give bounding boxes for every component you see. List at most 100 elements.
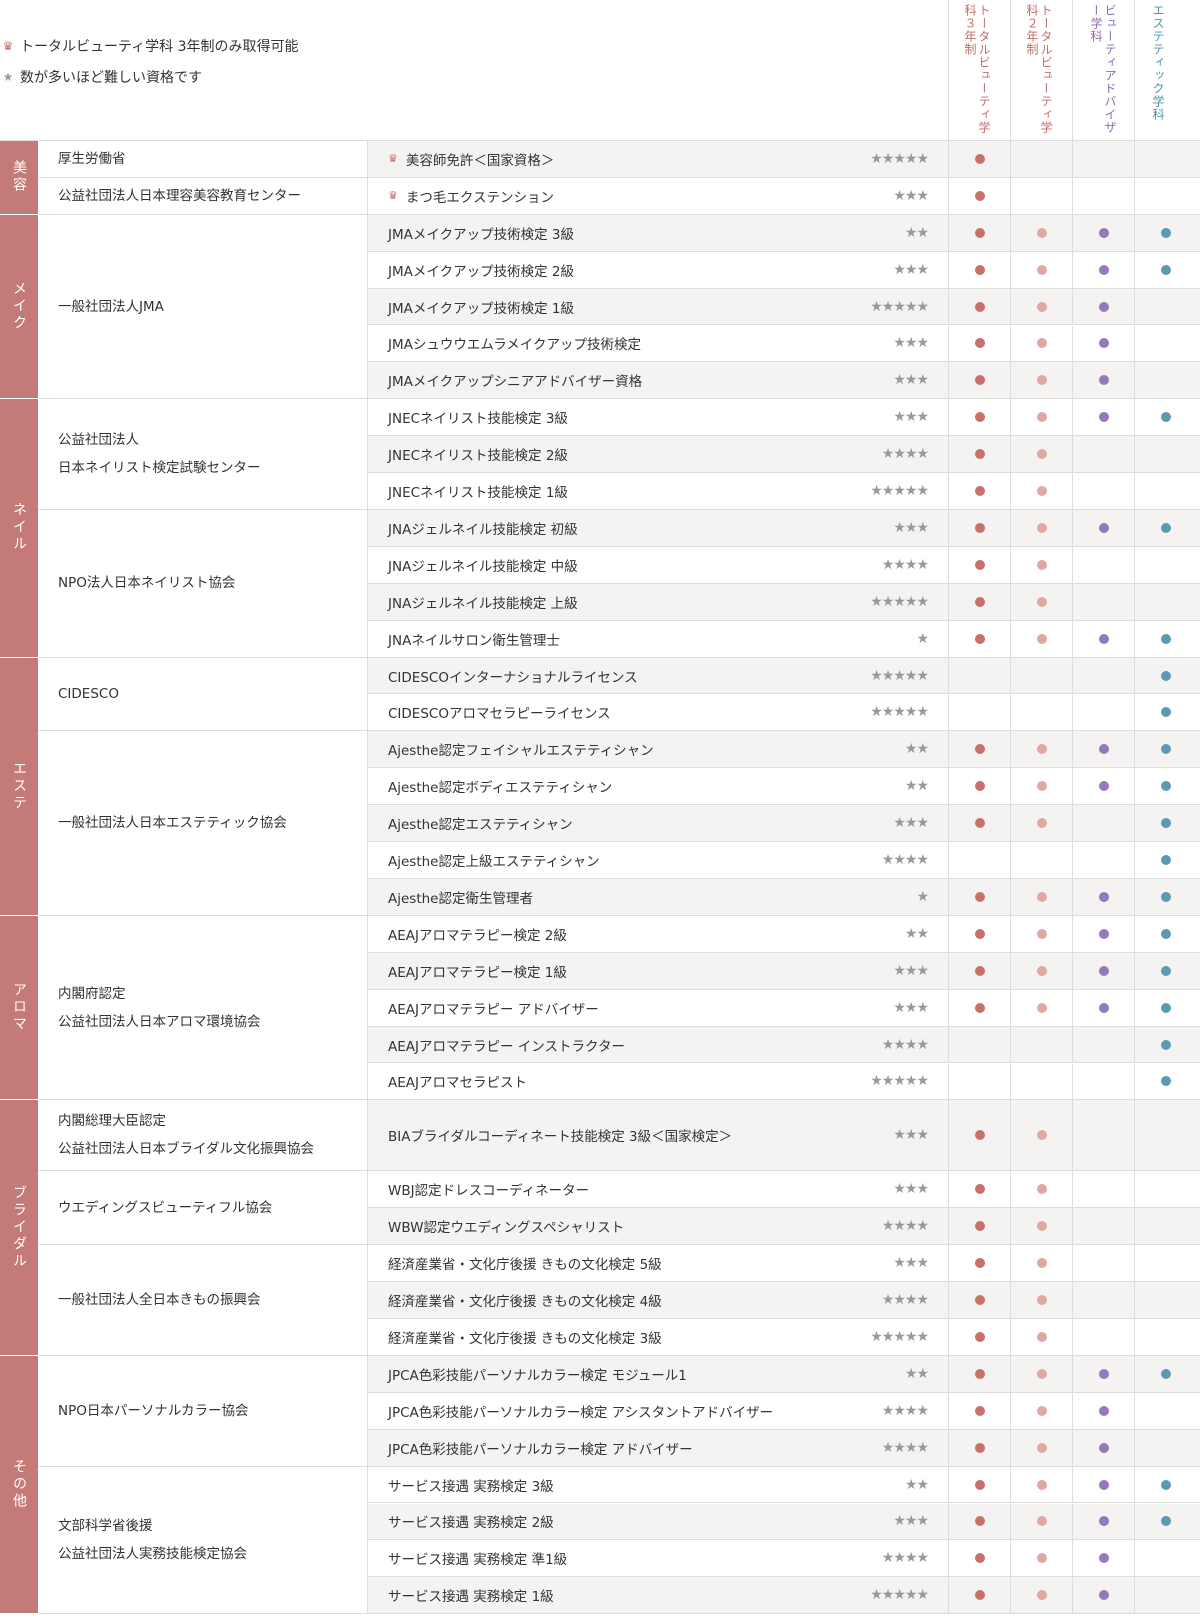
availability-cell	[1134, 1577, 1196, 1614]
availability-cell	[1134, 1540, 1196, 1577]
table-row: 経済産業省・文化庁後援 きもの文化検定 5級 ★★★	[368, 1245, 1200, 1283]
availability-cell	[1134, 251, 1196, 288]
availability-cell	[1072, 1208, 1134, 1245]
available-dot	[1098, 891, 1109, 902]
qualification-name-cell: ♛ 美容師免許＜国家資格＞	[368, 141, 828, 177]
availability-cell	[1072, 1540, 1134, 1577]
table-row: JPCA色彩技能パーソナルカラー検定 アシスタントアドバイザー ★★★★	[368, 1392, 1200, 1430]
availability-cell	[948, 177, 1010, 214]
available-dot	[1036, 1590, 1047, 1601]
difficulty-stars: ★★	[904, 224, 929, 241]
category-text: メイク	[11, 281, 27, 333]
difficulty-stars: ★★★	[893, 335, 929, 352]
category-text: アロマ	[11, 982, 27, 1034]
availability-cell	[948, 1355, 1010, 1392]
availability-cell	[1010, 583, 1072, 620]
category-label: その他	[0, 1355, 38, 1615]
qualification-name-cell: Ajesthe認定上級エステティシャン	[368, 842, 828, 878]
available-dot	[1036, 412, 1047, 423]
qualification-name: JNAジェルネイル技能検定 上級	[388, 595, 578, 612]
availability-cell	[948, 1282, 1010, 1318]
availability-cell	[948, 510, 1010, 546]
available-dot	[1036, 1258, 1047, 1269]
organization-cell: NPO日本パーソナルカラー協会	[38, 1355, 368, 1467]
difficulty-stars: ★★★★★	[870, 298, 929, 315]
available-dot	[974, 1479, 985, 1490]
qualification-name-cell: AEAJアロマテラピー検定 2級	[368, 916, 828, 952]
availability-cell	[1134, 1319, 1196, 1355]
difficulty-stars: ★★★★★	[870, 593, 929, 610]
table-row: JMAメイクアップシニアアドバイザー資格 ★★★	[368, 362, 1200, 400]
difficulty-stars: ★★★★	[881, 1218, 929, 1235]
category-text: ブライダル	[11, 1185, 27, 1271]
available-dot	[1098, 301, 1109, 312]
availability-cell	[1072, 620, 1134, 657]
available-dot	[974, 449, 985, 460]
difficulty-stars: ★★★	[893, 962, 929, 979]
qualification-name-cell: AEAJアロマテラピー インストラクター	[368, 1027, 828, 1063]
qualification-name: JNECネイリスト技能検定 3級	[388, 411, 568, 428]
availability-cell	[1134, 1355, 1196, 1392]
organization-cell: 内閣府認定 公益社団法人日本アロマ環境協会	[38, 915, 368, 1101]
qualification-name-cell: JNAジェルネイル技能検定 上級	[368, 584, 828, 620]
qualification-name-cell: JPCA色彩技能パーソナルカラー検定 モジュール1	[368, 1356, 828, 1392]
difficulty-stars: ★★	[904, 925, 929, 942]
availability-cell	[1010, 989, 1072, 1026]
table-row: ♛ まつ毛エクステンション ★★★	[368, 177, 1200, 215]
table-row: CIDESCOアロマセラピーライセンス ★★★★★	[368, 694, 1200, 732]
availability-cell	[1010, 399, 1072, 436]
availability-cell	[1134, 1208, 1196, 1245]
availability-cell	[1072, 325, 1134, 362]
available-dot	[1160, 633, 1171, 644]
availability-cell	[1010, 842, 1072, 878]
category-label: ネイル	[0, 399, 38, 658]
availability-cell	[1072, 1392, 1134, 1429]
qualification-name-cell: JPCA色彩技能パーソナルカラー検定 アドバイザー	[368, 1430, 828, 1466]
qualification-name-cell: WBJ認定ドレスコーディネーター	[368, 1171, 828, 1207]
qualification-name: 経済産業省・文化庁後援 きもの文化検定 3級	[388, 1330, 662, 1347]
availability-cell	[1072, 694, 1134, 731]
table-row: JPCA色彩技能パーソナルカラー検定 モジュール1 ★★	[368, 1355, 1200, 1393]
difficulty-stars: ★★	[904, 1476, 929, 1493]
available-dot	[1098, 744, 1109, 755]
availability-cell	[1134, 1026, 1196, 1063]
available-dot	[1036, 1184, 1047, 1195]
available-dot	[1036, 264, 1047, 275]
availability-cell	[948, 1392, 1010, 1429]
difficulty-stars: ★★★	[893, 372, 929, 389]
table-row: 経済産業省・文化庁後援 きもの文化検定 3級 ★★★★★	[368, 1319, 1200, 1356]
availability-cell	[1072, 1245, 1134, 1282]
table-row: JMAメイクアップ技術検定 1級 ★★★★★	[368, 288, 1200, 326]
qualification-name: BIAブライダルコーディネート技能検定 3級＜国家検定＞	[388, 1129, 733, 1146]
availability-cell	[948, 842, 1010, 878]
availability-cell	[948, 805, 1010, 842]
category-text: ネイル	[11, 502, 27, 554]
available-dot	[1160, 1002, 1171, 1013]
available-dot	[1098, 264, 1109, 275]
qualification-name: Ajesthe認定フェイシャルエステティシャン	[388, 743, 654, 760]
availability-cell	[1010, 362, 1072, 399]
availability-cell	[1072, 436, 1134, 473]
table-row: WBW認定ウエディングスペシャリスト ★★★★	[368, 1208, 1200, 1246]
table-row: ♛ 美容師免許＜国家資格＞ ★★★★★	[368, 141, 1200, 178]
availability-cell	[948, 1577, 1010, 1614]
column-header-2: トータルビューティ学科２年制	[1010, 0, 1072, 140]
difficulty-stars: ★★★	[893, 1181, 929, 1198]
qualification-name-cell: 経済産業省・文化庁後援 きもの文化検定 3級	[368, 1319, 828, 1355]
table-row: JMAメイクアップ技術検定 2級 ★★★	[368, 251, 1200, 289]
availability-cell	[1072, 1319, 1134, 1355]
organization-name: 公益社団法人日本アロマ環境協会	[58, 1013, 261, 1030]
available-dot	[1036, 227, 1047, 238]
column-header-1: トータルビューティ学科３年制	[948, 0, 1010, 140]
category-label: 美容	[0, 141, 38, 215]
availability-cell	[948, 620, 1010, 657]
availability-cell	[1072, 141, 1134, 177]
available-dot	[1036, 1130, 1047, 1141]
availability-cell	[948, 1319, 1010, 1355]
table-row: Ajesthe認定ボディエステティシャン ★★	[368, 768, 1200, 806]
organization-name: 文部科学省後援	[58, 1517, 153, 1534]
column-header-3: ビューティアドバイザー学科	[1072, 0, 1134, 140]
table-row: AEAJアロマテラピー検定 2級 ★★	[368, 915, 1200, 953]
available-dot	[974, 1368, 985, 1379]
qualification-name-cell: 経済産業省・文化庁後援 きもの文化検定 4級	[368, 1282, 828, 1318]
